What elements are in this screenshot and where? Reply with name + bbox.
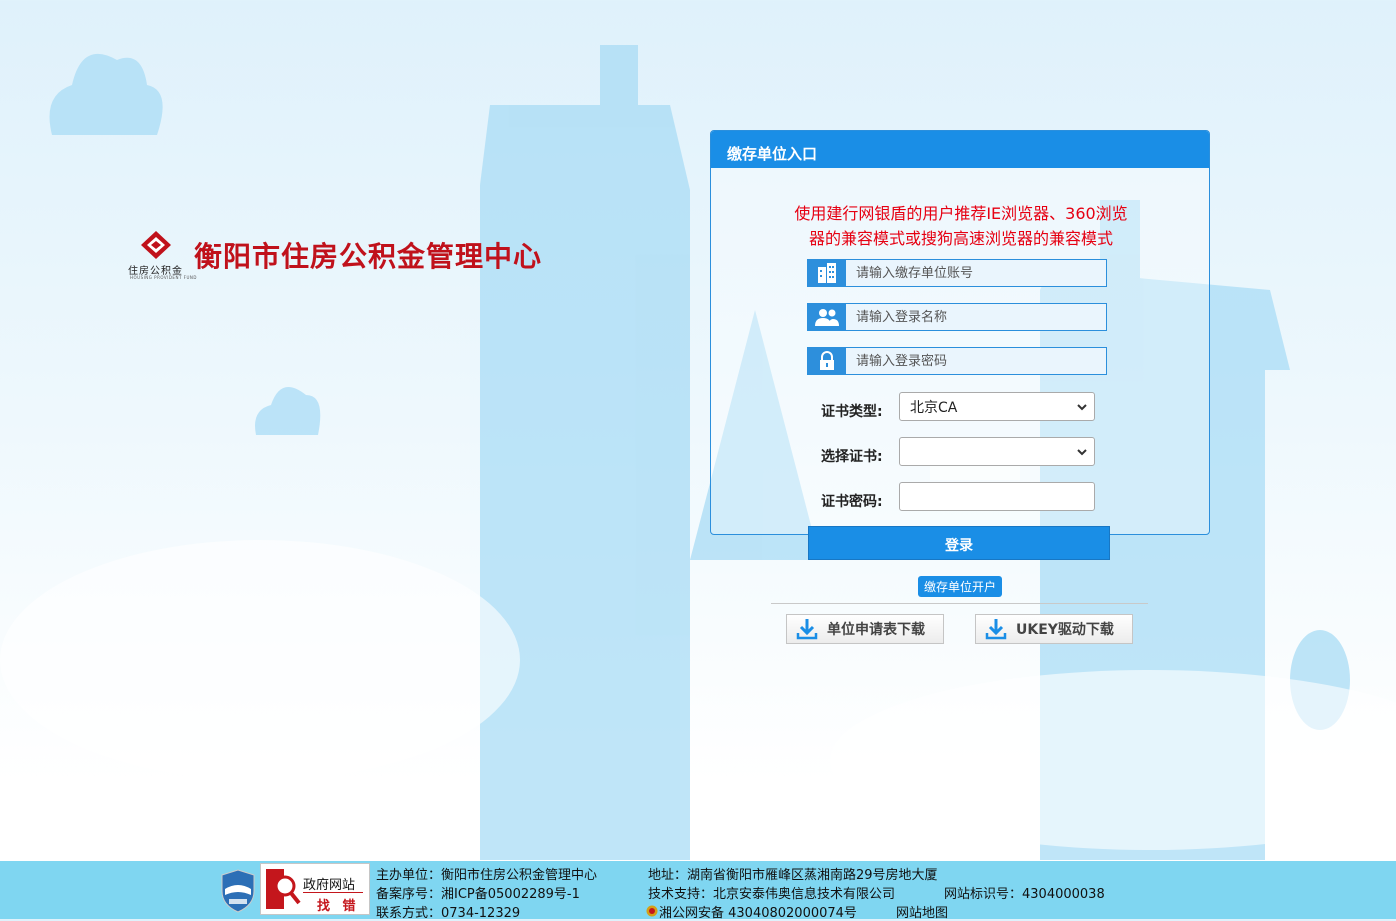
login-button[interactable]: 登录 bbox=[808, 526, 1110, 560]
magnifier-icon bbox=[266, 869, 301, 909]
cert-type-value: 北京CA bbox=[910, 399, 958, 416]
find-error-label: 找 错 bbox=[317, 899, 360, 914]
badge-divider bbox=[303, 892, 363, 893]
password-input[interactable] bbox=[846, 347, 1106, 375]
sponsor-text: 主办单位：衡阳市住房公积金管理中心 bbox=[376, 868, 598, 883]
cert-select-label: 选择证书: bbox=[821, 449, 883, 465]
emblem-icon bbox=[141, 231, 171, 259]
emblem-subtext: HOUSING PROVIDENT FUND bbox=[130, 275, 197, 280]
police-record-link[interactable]: 湘公网安备 43040802000074号 bbox=[659, 902, 857, 921]
gov-site-error-report-badge[interactable]: 政府网站 找 错 bbox=[260, 863, 370, 915]
notice-line-1: 使用建行网银盾的用户推荐IE浏览器、360浏览 bbox=[794, 204, 1128, 223]
footer: 政府网站 找 错 主办单位：衡阳市住房公积金管理中心 备案序号：湘ICP备050… bbox=[0, 861, 1396, 921]
building-icon bbox=[808, 260, 846, 286]
account-input[interactable] bbox=[846, 259, 1106, 287]
sitemap-link[interactable]: 网站地图 bbox=[896, 902, 948, 921]
download-icon bbox=[787, 617, 827, 641]
tech-support-text: 技术支持：北京安泰伟奥信息技术有限公司 bbox=[648, 887, 896, 902]
download-form-label: 单位申请表下载 bbox=[827, 622, 925, 638]
cert-select[interactable] bbox=[899, 437, 1095, 466]
divider bbox=[771, 603, 1148, 604]
lock-icon bbox=[808, 348, 846, 374]
police-emblem-icon bbox=[646, 905, 658, 917]
username-input[interactable] bbox=[846, 303, 1106, 331]
notice-line-2: 器的兼容模式或搜狗高速浏览器的兼容模式 bbox=[808, 229, 1113, 248]
site-logo: 住房公积金 HOUSING PROVIDENT FUND 衡阳市住房公积金管理中… bbox=[128, 230, 542, 280]
download-ukey-label: UKEY驱动下载 bbox=[1016, 622, 1114, 638]
login-panel: 缴存单位入口 使用建行网银盾的用户推荐IE浏览器、360浏览 器的兼容模式或搜狗… bbox=[710, 130, 1210, 535]
open-account-button[interactable]: 缴存单位开户 bbox=[918, 576, 1002, 597]
site-title: 衡阳市住房公积金管理中心 bbox=[194, 240, 543, 273]
download-ukey-button[interactable]: UKEY驱动下载 bbox=[975, 614, 1133, 644]
cert-type-select[interactable]: 北京CA bbox=[899, 392, 1095, 421]
provident-fund-emblem: 住房公积金 HOUSING PROVIDENT FUND bbox=[128, 230, 196, 280]
address-text: 地址：湖南省衡阳市雁峰区蒸湘南路29号房地大厦 bbox=[648, 868, 938, 883]
account-field[interactable] bbox=[807, 259, 1107, 287]
cert-password-input[interactable] bbox=[899, 482, 1095, 511]
icp-text[interactable]: 备案序号：湘ICP备05002289号-1 bbox=[376, 883, 580, 902]
username-field[interactable] bbox=[807, 303, 1107, 331]
password-field[interactable] bbox=[807, 347, 1107, 375]
gov-site-label: 政府网站 bbox=[303, 878, 356, 893]
chevron-down-icon bbox=[1077, 404, 1087, 411]
site-id-text: 网站标识号：4304000038 bbox=[944, 887, 1105, 902]
cert-type-label: 证书类型: bbox=[821, 404, 883, 420]
download-form-button[interactable]: 单位申请表下载 bbox=[786, 614, 944, 644]
cert-password-label: 证书密码: bbox=[821, 494, 883, 510]
download-icon bbox=[976, 617, 1016, 641]
users-icon bbox=[808, 304, 846, 330]
public-institution-badge-icon[interactable] bbox=[220, 869, 256, 913]
chevron-down-icon bbox=[1077, 449, 1087, 456]
contact-text: 联系方式：0734-12329 bbox=[376, 906, 521, 921]
browser-notice: 使用建行网银盾的用户推荐IE浏览器、360浏览 器的兼容模式或搜狗高速浏览器的兼… bbox=[771, 201, 1151, 251]
panel-title: 缴存单位入口 bbox=[711, 131, 1209, 168]
